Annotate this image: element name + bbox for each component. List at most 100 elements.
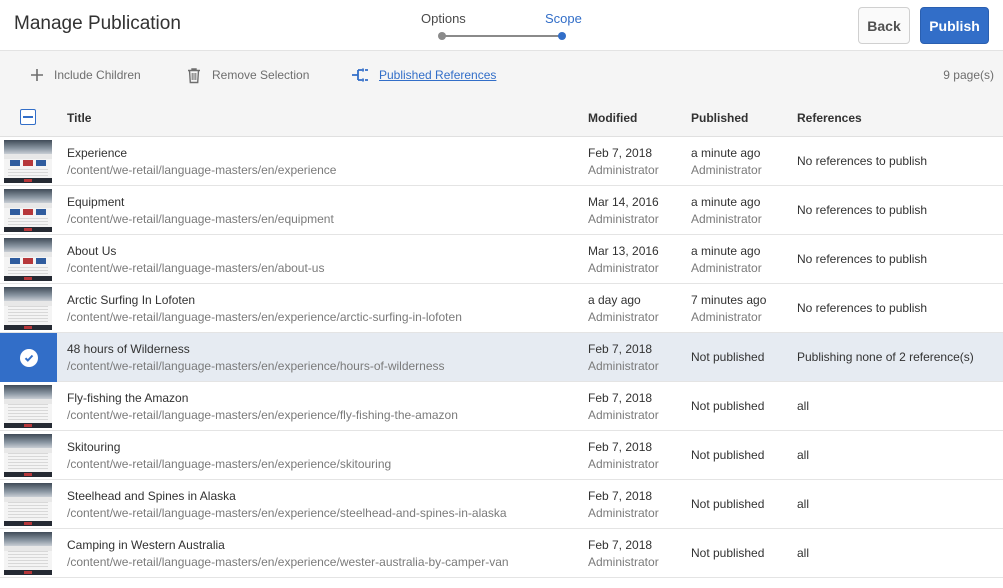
page-thumbnail[interactable] [4,189,52,232]
select-all-checkbox[interactable] [20,109,36,125]
row-references: all [797,448,810,462]
row-modified-by: Administrator [588,261,659,275]
row-title: Skitouring [67,440,121,454]
page-thumbnail[interactable] [4,287,52,330]
column-header-title[interactable]: Title [67,111,91,125]
page-thumbnail[interactable] [4,532,52,575]
row-references: No references to publish [797,203,928,217]
plus-icon [30,68,44,82]
table-row[interactable]: Equipment /content/we-retail/language-ma… [0,186,1003,235]
row-path: /content/we-retail/language-masters/en/e… [67,457,392,471]
row-modified-by: Administrator [588,310,659,324]
table-row[interactable]: 48 hours of Wilderness /content/we-retai… [0,333,1003,382]
row-published-by: Administrator [691,163,762,177]
row-published-status: Not published [691,350,765,364]
row-title: Arctic Surfing In Lofoten [67,293,196,307]
row-modified-by: Administrator [588,555,659,569]
step-scope-label[interactable]: Scope [545,11,582,26]
header-bar: Manage Publication Options Scope Back Pu… [0,0,1003,51]
row-path: /content/we-retail/language-masters/en/e… [67,163,337,177]
row-published-status: Not published [691,448,765,462]
row-published-status: Not published [691,399,765,413]
references-icon [351,67,369,83]
page-thumbnail[interactable] [4,483,52,526]
pages-table-body: Experience /content/we-retail/language-m… [0,137,1003,578]
row-path: /content/we-retail/language-masters/en/e… [67,359,445,373]
row-path: /content/we-retail/language-masters/en/e… [67,310,462,324]
row-references: No references to publish [797,252,928,266]
table-row[interactable]: Steelhead and Spines in Alaska /content/… [0,480,1003,529]
row-published-by: Administrator [691,212,762,226]
row-modified-date: Feb 7, 2018 [588,538,653,552]
row-modified-by: Administrator [588,163,659,177]
row-references: all [797,546,810,560]
row-path: /content/we-retail/language-masters/en/e… [67,408,458,422]
publish-button[interactable]: Publish [920,7,989,44]
row-published-status: Not published [691,497,765,511]
row-published-status: 7 minutes ago [691,293,767,307]
page-thumbnail[interactable] [4,140,52,183]
row-published-status: a minute ago [691,244,761,258]
page-thumbnail[interactable] [4,434,52,477]
row-title: Equipment [67,195,125,209]
row-path: /content/we-retail/language-masters/en/e… [67,212,334,226]
back-button[interactable]: Back [858,7,910,44]
published-references-label: Published References [379,68,497,82]
row-modified-by: Administrator [588,212,659,226]
action-toolbar: Include Children Remove Selection Publis… [0,51,1003,99]
page-title: Manage Publication [14,13,181,34]
column-header-references[interactable]: References [797,111,862,125]
row-modified-date: Feb 7, 2018 [588,391,653,405]
row-path: /content/we-retail/language-masters/en/a… [67,261,325,275]
row-references: Publishing none of 2 reference(s) [797,350,974,364]
row-modified-date: Feb 7, 2018 [588,342,653,356]
table-row[interactable]: Arctic Surfing In Lofoten /content/we-re… [0,284,1003,333]
row-title: About Us [67,244,117,258]
step-track [444,35,560,37]
row-modified-by: Administrator [588,408,659,422]
row-path: /content/we-retail/language-masters/en/e… [67,555,509,569]
table-row[interactable]: Fly-fishing the Amazon /content/we-retai… [0,382,1003,431]
column-header-modified[interactable]: Modified [588,111,637,125]
wizard-steps: Options Scope [412,0,592,51]
row-modified-date: Feb 7, 2018 [588,440,653,454]
row-selected-checkbox[interactable] [0,333,57,382]
row-modified-date: a day ago [588,293,641,307]
row-references: all [797,399,810,413]
row-modified-by: Administrator [588,359,659,373]
checkmark-icon [19,348,38,367]
step-options-label[interactable]: Options [421,11,466,26]
column-header-published[interactable]: Published [691,111,748,125]
remove-selection-button[interactable]: Remove Selection [186,51,309,99]
include-children-label: Include Children [54,68,141,82]
row-modified-date: Feb 7, 2018 [588,146,653,160]
row-published-status: a minute ago [691,146,761,160]
table-row[interactable]: About Us /content/we-retail/language-mas… [0,235,1003,284]
row-modified-date: Feb 7, 2018 [588,489,653,503]
row-modified-by: Administrator [588,506,659,520]
page-thumbnail[interactable] [4,385,52,428]
table-row[interactable]: Experience /content/we-retail/language-m… [0,137,1003,186]
step-options-dot[interactable] [438,32,446,40]
published-references-button[interactable]: Published References [351,51,496,99]
trash-icon [186,67,202,84]
row-modified-date: Mar 14, 2016 [588,195,659,209]
row-references: all [797,497,810,511]
row-modified-by: Administrator [588,457,659,471]
step-scope-dot[interactable] [558,32,566,40]
row-title: Steelhead and Spines in Alaska [67,489,236,503]
row-published-by: Administrator [691,261,762,275]
row-published-status: Not published [691,546,765,560]
row-path: /content/we-retail/language-masters/en/e… [67,506,507,520]
table-row[interactable]: Skitouring /content/we-retail/language-m… [0,431,1003,480]
page-count: 9 page(s) [943,68,994,82]
table-header: Title Modified Published References [0,99,1003,137]
row-modified-date: Mar 13, 2016 [588,244,659,258]
row-title: Camping in Western Australia [67,538,225,552]
page-thumbnail[interactable] [4,238,52,281]
remove-selection-label: Remove Selection [212,68,310,82]
table-row[interactable]: Camping in Western Australia /content/we… [0,529,1003,578]
include-children-button[interactable]: Include Children [30,51,141,99]
row-title: 48 hours of Wilderness [67,342,190,356]
row-title: Experience [67,146,128,160]
